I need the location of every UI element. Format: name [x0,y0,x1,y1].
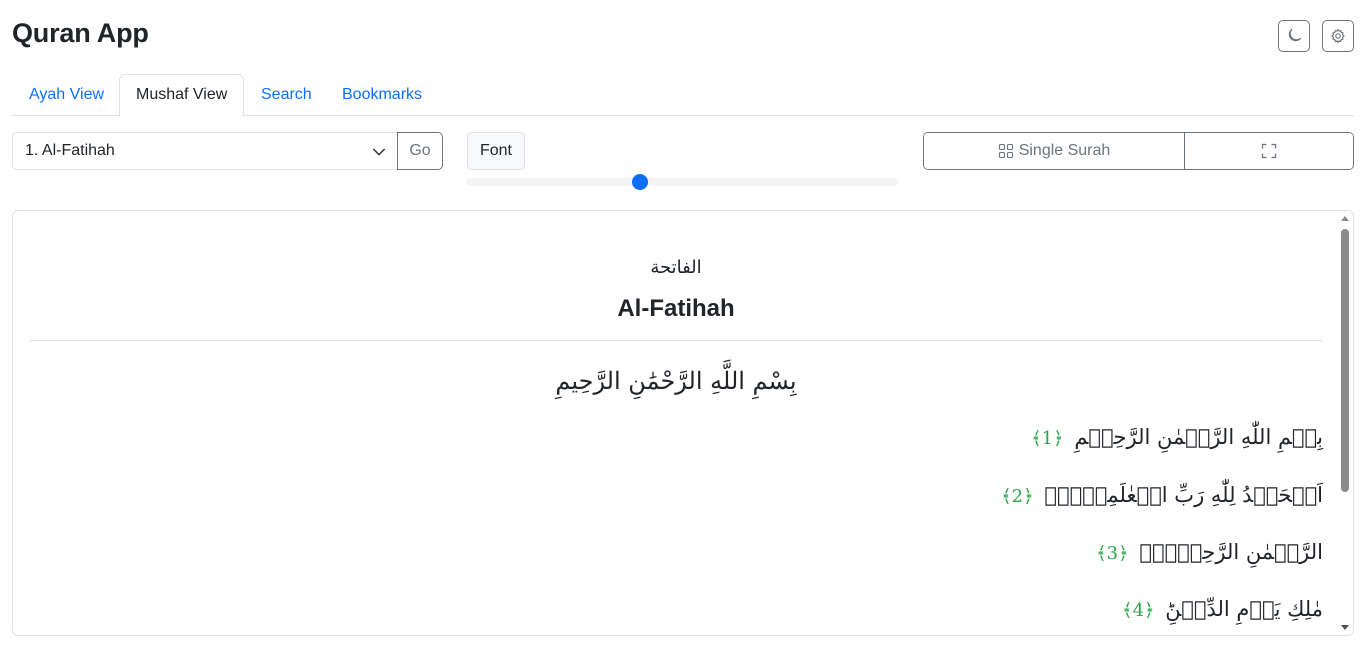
scroll-up-arrow[interactable] [1341,216,1349,221]
ayah-line[interactable]: بِسۡمِ اللّٰهِ الرَّحۡمٰنِ الرَّحِيۡمِ ﴿… [1031,425,1323,449]
ayah-number: ﴿2﴾ [1001,486,1034,507]
single-surah-label: Single Surah [1018,142,1111,159]
surah-select[interactable]: 1. Al-Fatihah [12,132,398,170]
scrollbar-thumb[interactable] [1341,229,1349,492]
mushaf-panel: الفاتحة Al-Fatihah بِسْمِ اللَّهِ الرَّح… [12,210,1354,636]
tab-search[interactable]: Search [245,74,328,116]
ayah-text: مٰلِكِ يَوۡمِ الدِّيۡنِؕ [1165,597,1323,621]
tab-mushaf-view[interactable]: Mushaf View [119,74,245,117]
surah-name-arabic: الفاتحة [650,257,702,278]
ayah-line[interactable]: الرَّحۡمٰنِ الرَّحِيۡمِۙ ﴿3﴾ [1096,540,1323,564]
scroll-down-arrow[interactable] [1341,625,1349,630]
surah-name: Al-Fatihah [617,295,735,322]
moon-icon [1288,28,1302,42]
ayah-text: بِسۡمِ اللّٰهِ الرَّحۡمٰنِ الرَّحِيۡمِ [1074,425,1323,449]
surah-select-value: 1. Al-Fatihah [25,142,115,159]
font-size-slider[interactable] [466,174,898,190]
divider [29,340,1323,341]
theme-toggle-button[interactable] [1278,20,1310,52]
chevron-down-icon [372,148,386,156]
tab-ayah-view[interactable]: Ayah View [13,74,120,116]
single-surah-button[interactable]: Single Surah [924,133,1185,169]
ayah-line[interactable]: مٰلِكِ يَوۡمِ الدِّيۡنِؕ ﴿4﴾ [1122,597,1323,621]
font-label: Font [467,132,525,170]
settings-button[interactable] [1322,20,1354,52]
gear-icon [1331,28,1345,44]
ayah-number: ﴿3﴾ [1096,543,1129,564]
fullscreen-icon [1261,143,1277,159]
ayah-text: الرَّحۡمٰنِ الرَّحِيۡمِۙ [1139,540,1323,564]
view-tabs: Ayah View Mushaf View Search Bookmarks [12,74,1354,117]
scrollbar[interactable] [1337,211,1353,635]
ayah-text: اَلۡحَمۡدُ لِلّٰهِ رَبِّ الۡعٰلَمِيۡنَۙ [1044,483,1323,507]
tab-bookmarks[interactable]: Bookmarks [326,74,438,116]
app-title: Quran App [12,18,149,48]
grid-icon [998,143,1013,159]
slider-track [466,178,898,186]
basmala: بِسْمِ اللَّهِ الرَّحْمَٰنِ الرَّحِيمِ [555,367,797,395]
slider-thumb[interactable] [632,174,649,190]
ayah-line[interactable]: اَلۡحَمۡدُ لِلّٰهِ رَبِّ الۡعٰلَمِيۡنَۙ … [1001,483,1323,507]
fullscreen-button[interactable] [1185,133,1353,169]
ayah-number: ﴿1﴾ [1031,428,1064,449]
view-mode-group: Single Surah [923,132,1354,170]
go-button[interactable]: Go [397,132,443,170]
ayah-number: ﴿4﴾ [1122,600,1155,621]
